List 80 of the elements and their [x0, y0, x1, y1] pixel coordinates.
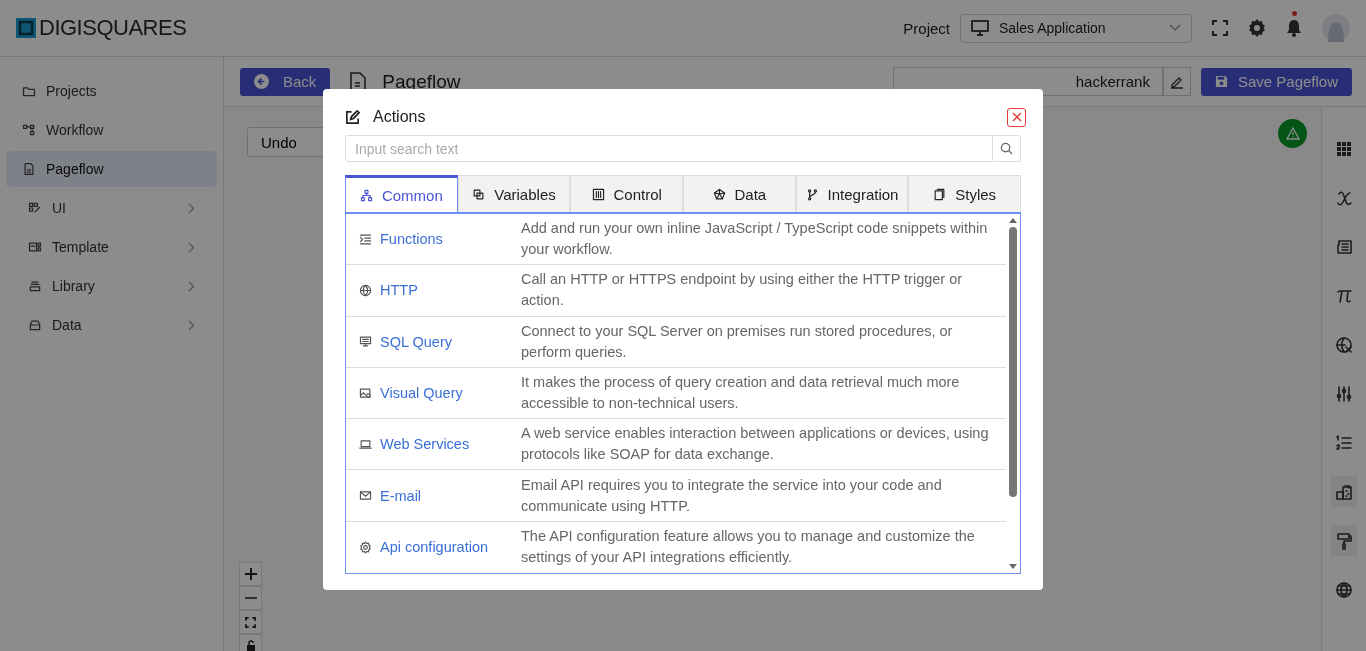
tab[interactable]: Styles: [908, 175, 1022, 212]
sidebar-item[interactable]: Pageflow: [6, 151, 217, 187]
laptop-icon: [359, 437, 372, 451]
action-description: A web service enables interaction between applications or devices, using protocols like SOAP for data exchange.: [521, 424, 990, 465]
sidebar-item[interactable]: Workflow: [6, 112, 217, 148]
scroll-down-icon[interactable]: [1009, 564, 1017, 569]
template-icon: [28, 240, 42, 254]
image-search-icon: [359, 386, 372, 400]
fullscreen-icon[interactable]: [1212, 20, 1228, 36]
edit-button[interactable]: [1162, 67, 1191, 96]
sliders-icon: [591, 187, 605, 201]
back-button[interactable]: Back: [240, 67, 331, 96]
save-button[interactable]: Save Pageflow: [1200, 67, 1352, 96]
scroll-up-icon[interactable]: [1009, 218, 1017, 223]
sidebar-item[interactable]: Library: [6, 268, 217, 304]
warning-button[interactable]: [1278, 119, 1307, 148]
grid-pencil-icon: [28, 201, 42, 215]
logo-icon: [16, 18, 36, 38]
action-item[interactable]: Visual Query: [346, 385, 521, 402]
chevron-down-icon: [1169, 24, 1181, 32]
action-item[interactable]: SQL Query: [346, 333, 521, 350]
envelope-icon: [359, 489, 372, 503]
tab[interactable]: Integration: [795, 175, 909, 212]
paint-roller-icon[interactable]: [1330, 525, 1358, 556]
close-button[interactable]: [1007, 107, 1026, 127]
sidebar-item[interactable]: Projects: [6, 73, 217, 109]
action-item[interactable]: Api configuration: [346, 539, 521, 556]
branch-icon: [805, 187, 819, 201]
warning-icon: [1285, 127, 1300, 140]
fit-view-icon: [245, 616, 256, 628]
stack-icon: [28, 279, 42, 293]
plus-icon: [244, 568, 257, 580]
action-description: Email API requires you to integrate the service into your code and communicate using HTTP.: [521, 475, 943, 516]
building-icon[interactable]: [1330, 476, 1358, 507]
dialog-title: Actions: [373, 108, 426, 126]
fit-view-button[interactable]: [239, 610, 262, 634]
action-description: Connect to your SQL Server on premises run stored procedures, or perform queries.: [521, 321, 954, 362]
lock-icon: [245, 640, 256, 651]
arrow-left-icon: [254, 74, 269, 89]
settings-icon[interactable]: [1248, 19, 1266, 37]
drive-icon: [28, 318, 42, 332]
hierarchy-icon: [359, 188, 373, 202]
action-item[interactable]: HTTP: [346, 282, 521, 299]
tab[interactable]: Control: [570, 175, 683, 212]
action-item[interactable]: E-mail: [346, 487, 521, 504]
sidebar-item[interactable]: UI: [6, 190, 217, 226]
pentagon-icon: [712, 187, 726, 201]
tab[interactable]: Data: [683, 175, 796, 212]
tab[interactable]: Variables: [457, 175, 571, 212]
sidebar-item[interactable]: Data: [6, 307, 217, 343]
monitor-icon: [359, 335, 372, 349]
sidebar-item[interactable]: Template: [6, 229, 217, 265]
action-item[interactable]: Functions: [346, 231, 521, 248]
action-description: The API configuration feature allows you to manage and customize the settings of your API integrations efficiently.: [521, 527, 976, 568]
edit-icon: [345, 109, 360, 125]
zoom-out-button[interactable]: [239, 586, 262, 610]
action-description: It makes the process of query creation and data retrieval much more accessible to non-technical users.: [521, 373, 961, 414]
indent-icon: [359, 232, 372, 246]
zoom-in-button[interactable]: [239, 562, 262, 586]
action-description: Call an HTTP or HTTPS endpoint by using either the HTTP trigger or action.: [521, 270, 964, 311]
project-select[interactable]: Sales Application: [960, 13, 1192, 43]
bell-icon[interactable]: [1286, 19, 1302, 37]
globe-icon: [359, 283, 372, 297]
page-title: Pageflow: [382, 70, 461, 93]
lock-button[interactable]: [239, 634, 262, 651]
flowchart-icon: [22, 123, 36, 137]
folder-icon: [22, 84, 36, 98]
monitor-icon: [971, 20, 989, 36]
gear-icon: [359, 540, 372, 554]
document-icon: [350, 72, 367, 91]
document-icon: [22, 162, 36, 176]
tab[interactable]: Common: [345, 175, 458, 212]
copy-icon: [472, 187, 486, 201]
logo-text: DIGISQUARES: [39, 15, 187, 41]
action-item[interactable]: Web Services: [346, 436, 521, 453]
action-description: Add and run your own inline JavaScript / TypeScript code snippets within your workflow.: [521, 219, 989, 260]
search-field[interactable]: Input search text: [345, 135, 993, 162]
search-icon[interactable]: [993, 135, 1021, 162]
close-icon: [1011, 112, 1022, 122]
project-label: Project: [903, 19, 950, 37]
